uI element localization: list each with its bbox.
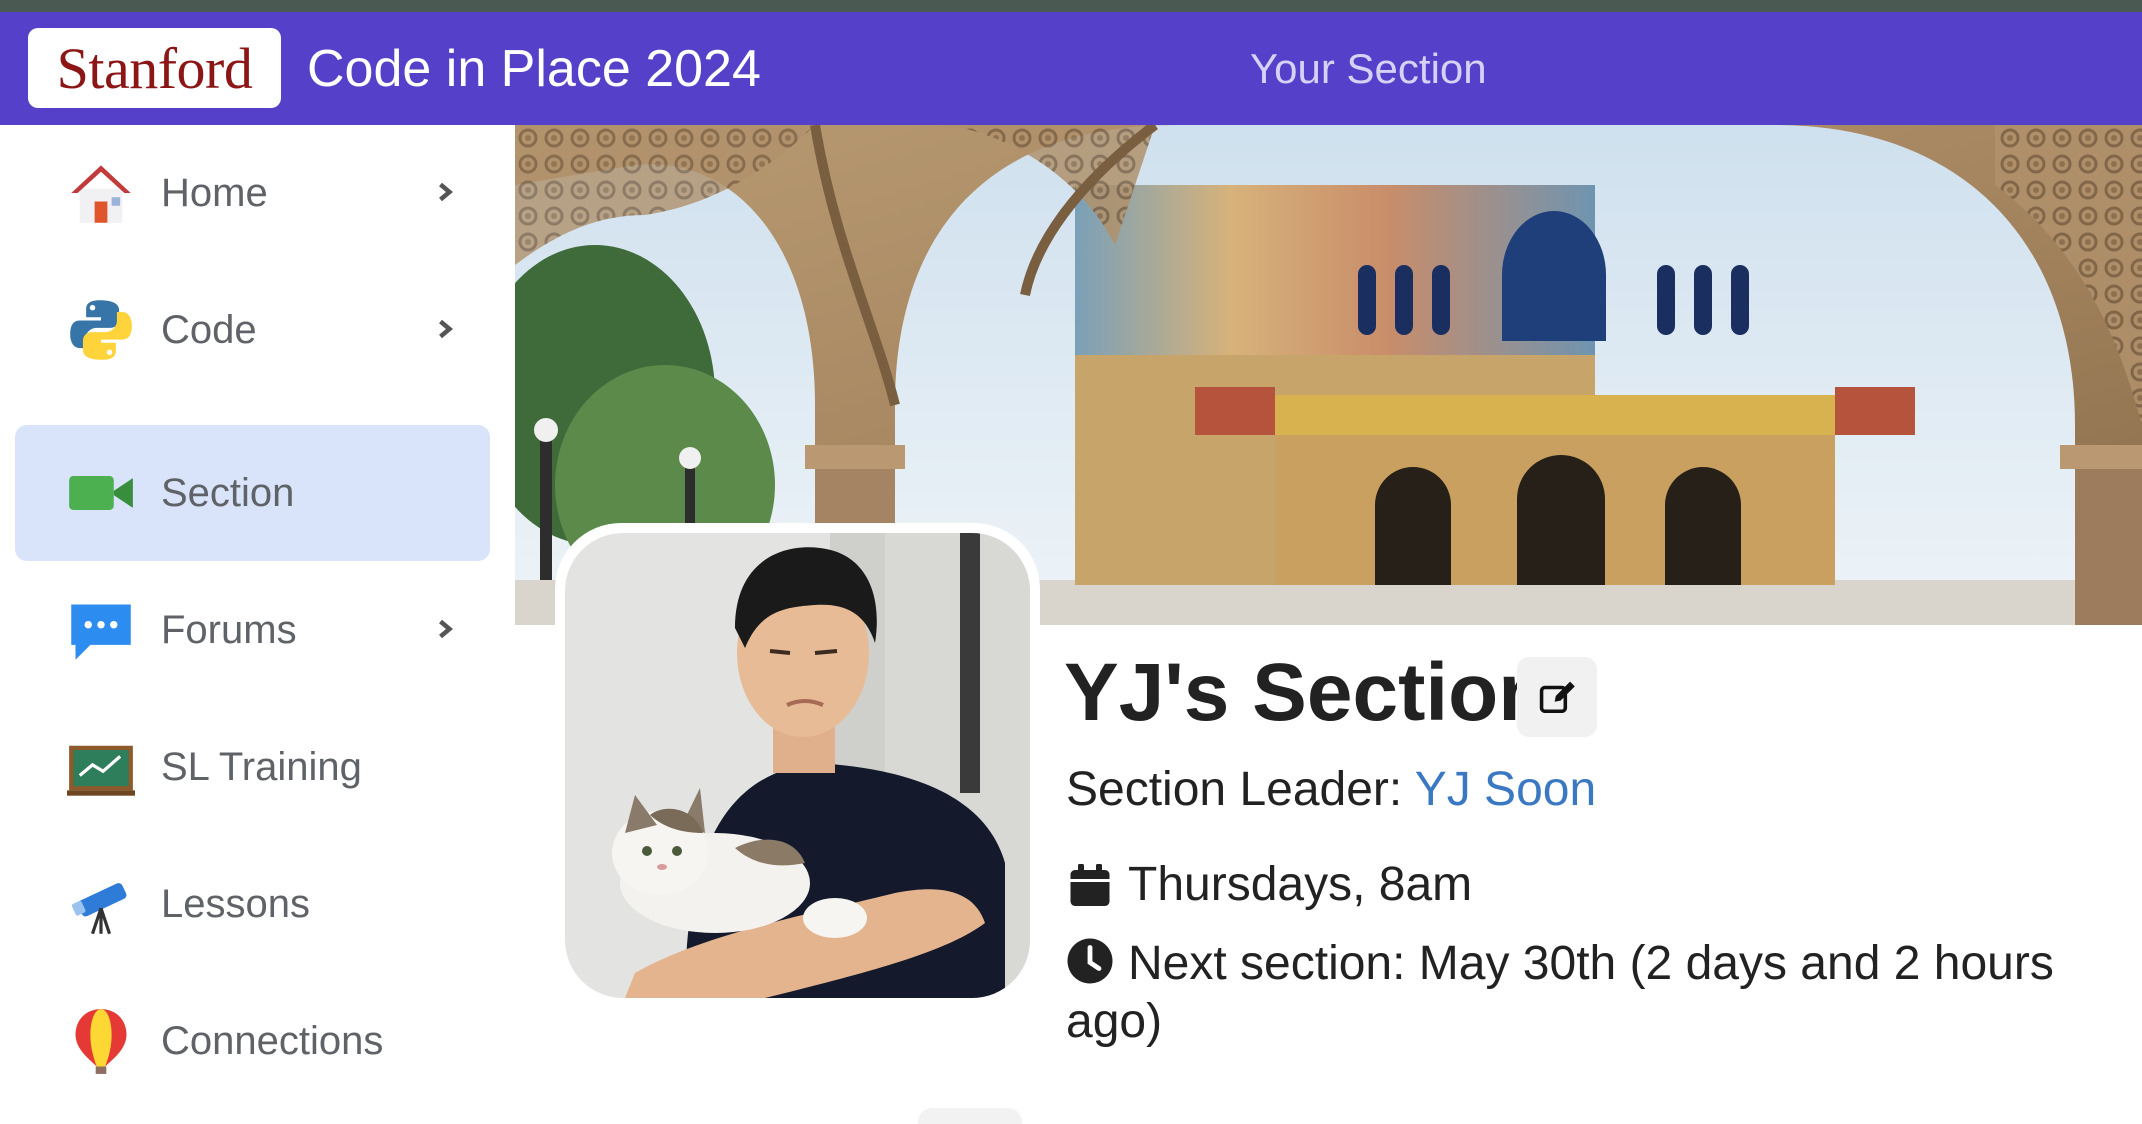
stanford-logo-text: Stanford <box>56 35 253 101</box>
chevron-right-icon <box>439 619 454 639</box>
house-icon <box>71 165 131 223</box>
section-leader-avatar[interactable] <box>555 523 1040 1008</box>
avatar-photo <box>565 533 1030 998</box>
sidebar-item-sl-training[interactable]: SL Training <box>15 699 490 835</box>
chevron-right-icon <box>439 319 454 339</box>
sidebar-item-label: Code <box>161 308 257 352</box>
calendar-icon <box>1070 864 1110 906</box>
sidebar-item-section[interactable]: Section <box>15 425 490 561</box>
section-title: YJ's Section <box>1064 647 1549 738</box>
hot-air-balloon-icon <box>75 1009 127 1074</box>
sidebar-item-label: Home <box>161 171 268 215</box>
top-navbar: Stanford Code in Place 2024 Your Section <box>0 12 2142 125</box>
stanford-logo[interactable]: Stanford <box>28 28 281 108</box>
sidebar-item-lessons[interactable]: Lessons <box>15 836 490 972</box>
your-section-link[interactable]: Your Section <box>1250 34 1487 104</box>
section-leader-label: Section Leader: <box>1066 763 1415 816</box>
sidebar-item-label: Lessons <box>161 882 310 926</box>
window-top-strip <box>0 0 2142 12</box>
chalkboard-icon <box>67 745 135 796</box>
avatar <box>565 533 1030 998</box>
app-title[interactable]: Code in Place 2024 <box>307 34 761 104</box>
sidebar-item-forums[interactable]: Forums <box>15 562 490 698</box>
partial-element-bottom <box>918 1108 1022 1124</box>
clock-icon <box>1067 938 1113 984</box>
section-schedule: Thursdays, 8am <box>1066 855 1472 915</box>
section-leader-link[interactable]: YJ Soon <box>1415 763 1596 816</box>
sidebar-item-code[interactable]: Code <box>15 262 490 398</box>
next-section-info: Next section: May 30th (2 days and 2 hou… <box>1066 935 2126 1051</box>
python-icon <box>70 300 132 360</box>
section-leader-line: Section Leader: YJ Soon <box>1066 760 1596 820</box>
sidebar-item-home[interactable]: Home <box>15 125 490 261</box>
video-camera-icon <box>69 476 133 510</box>
chevron-right-icon <box>439 182 454 202</box>
schedule-text: Thursdays, 8am <box>1128 858 1473 911</box>
sidebar-item-label: Section <box>161 471 295 515</box>
sidebar-item-label: SL Training <box>161 745 362 789</box>
next-section-text: Next section: May 30th (2 days and 2 hou… <box>1066 937 2054 1048</box>
sidebar-item-label: Connections <box>161 1019 384 1063</box>
chat-bubble-icon <box>71 604 131 660</box>
sidebar-item-connections[interactable]: Connections <box>15 973 490 1109</box>
telescope-icon <box>71 883 127 935</box>
edit-section-button[interactable] <box>1517 657 1597 737</box>
edit-icon <box>1539 681 1575 714</box>
sidebar-item-label: Forums <box>161 608 297 652</box>
sidebar: Home Code Section Forums SL Training Les… <box>0 125 515 1124</box>
